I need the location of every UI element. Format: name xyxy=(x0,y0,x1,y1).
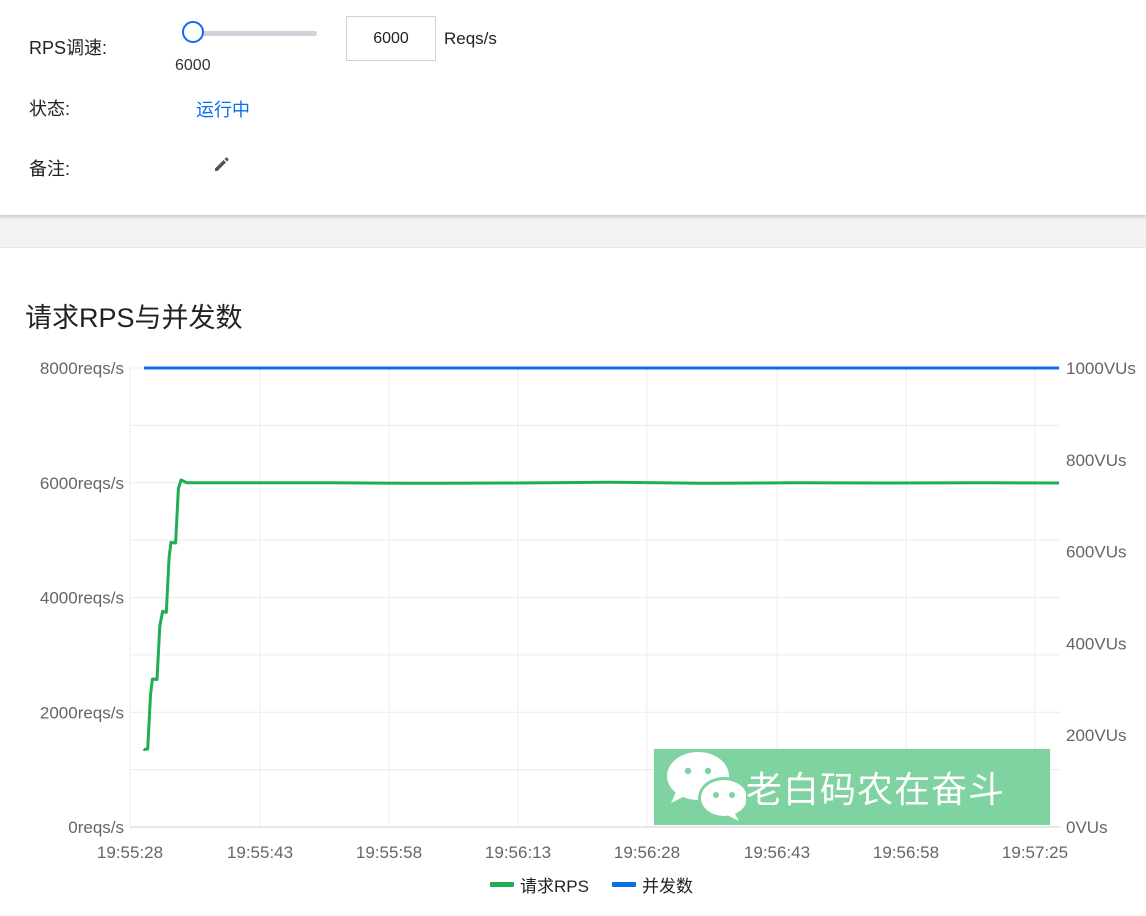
rps-slider-track[interactable] xyxy=(195,31,317,36)
x-axis-labels: 19:55:28 19:55:43 19:55:58 19:56:13 19:56:28… xyxy=(97,843,1068,862)
legend-item-rps-swatch xyxy=(490,882,514,887)
right-axis-tick-label: 600VUs xyxy=(1066,543,1126,562)
x-axis-tick-label: 19:56:43 xyxy=(744,843,810,862)
x-axis-tick-label: 19:57:25 xyxy=(1002,843,1068,862)
rps-input[interactable] xyxy=(346,16,436,61)
wechat-icon xyxy=(654,749,750,825)
watermark: 老白码农在奋斗 xyxy=(654,749,1050,825)
status-value: 运行中 xyxy=(196,100,250,120)
chart-legend: 请求RPS 并发数 xyxy=(490,877,693,896)
right-axis-tick-label: 400VUs xyxy=(1066,634,1126,653)
x-axis-tick-label: 19:56:58 xyxy=(873,843,939,862)
right-axis-tick-label: 1000VUs xyxy=(1066,359,1136,378)
watermark-text: 老白码农在奋斗 xyxy=(746,770,1006,811)
section-divider xyxy=(0,215,1146,248)
left-axis-tick-label: 6000reqs/s xyxy=(40,474,124,493)
left-axis-tick-label: 4000reqs/s xyxy=(40,589,124,608)
x-axis-tick-label: 19:55:28 xyxy=(97,843,163,862)
legend-item-vus-swatch xyxy=(612,882,636,887)
legend-item-vus: 并发数 xyxy=(642,877,693,896)
pressure-settings-panel: RPS调速: 6000 Reqs/s 状态: 运行中 备注: xyxy=(0,0,1146,215)
rps-speed-label: RPS调速: xyxy=(29,38,108,58)
left-axis-tick-label: 0reqs/s xyxy=(68,818,124,837)
x-axis-tick-label: 19:56:13 xyxy=(485,843,551,862)
chart-title: 请求RPS与并发数 xyxy=(25,303,243,333)
note-label: 备注: xyxy=(29,159,71,179)
left-axis-labels: 0reqs/s 2000reqs/s 4000reqs/s 6000reqs/s 800… xyxy=(40,359,124,837)
rps-slider-value: 6000 xyxy=(175,57,211,74)
rps-unit-label: Reqs/s xyxy=(444,29,497,48)
rps-slider-handle[interactable] xyxy=(182,21,204,43)
x-axis-tick-label: 19:56:28 xyxy=(614,843,680,862)
series-line-rps xyxy=(142,478,1060,751)
legend-item-rps: 请求RPS xyxy=(520,877,589,896)
rps-vus-chart: 0reqs/s 2000reqs/s 4000reqs/s 6000reqs/s 800… xyxy=(40,359,1136,896)
right-axis-tick-label: 800VUs xyxy=(1066,451,1126,470)
status-label: 状态: xyxy=(29,99,71,119)
edit-pencil-icon[interactable] xyxy=(212,154,232,174)
x-axis-tick-label: 19:55:58 xyxy=(356,843,422,862)
left-axis-tick-label: 8000reqs/s xyxy=(40,359,124,378)
right-axis-labels: 0VUs 200VUs 400VUs 600VUs 800VUs 1000VUs xyxy=(1066,359,1136,837)
right-axis-tick-label: 200VUs xyxy=(1066,726,1126,745)
left-axis-tick-label: 2000reqs/s xyxy=(40,703,124,722)
x-axis-tick-label: 19:55:43 xyxy=(227,843,293,862)
right-axis-tick-label: 0VUs xyxy=(1066,818,1108,837)
